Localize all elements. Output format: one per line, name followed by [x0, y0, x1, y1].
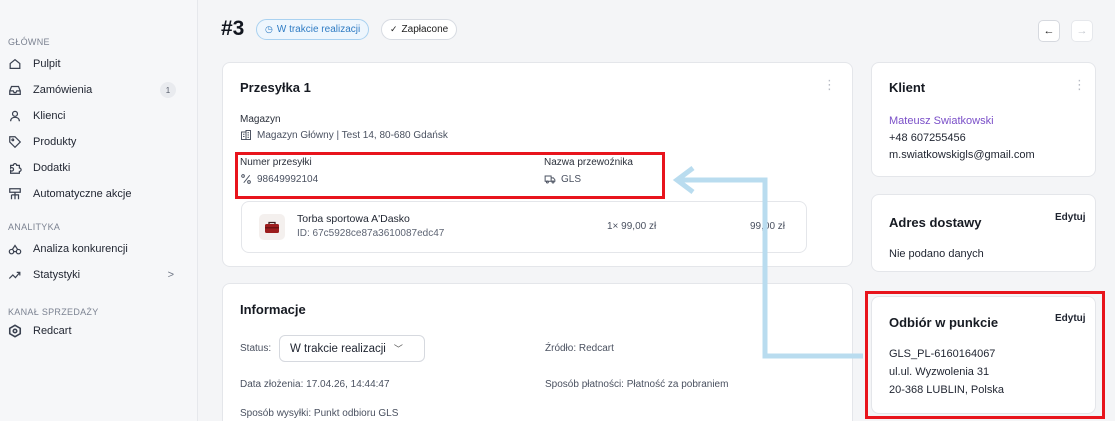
annotation-arrow	[672, 166, 863, 359]
